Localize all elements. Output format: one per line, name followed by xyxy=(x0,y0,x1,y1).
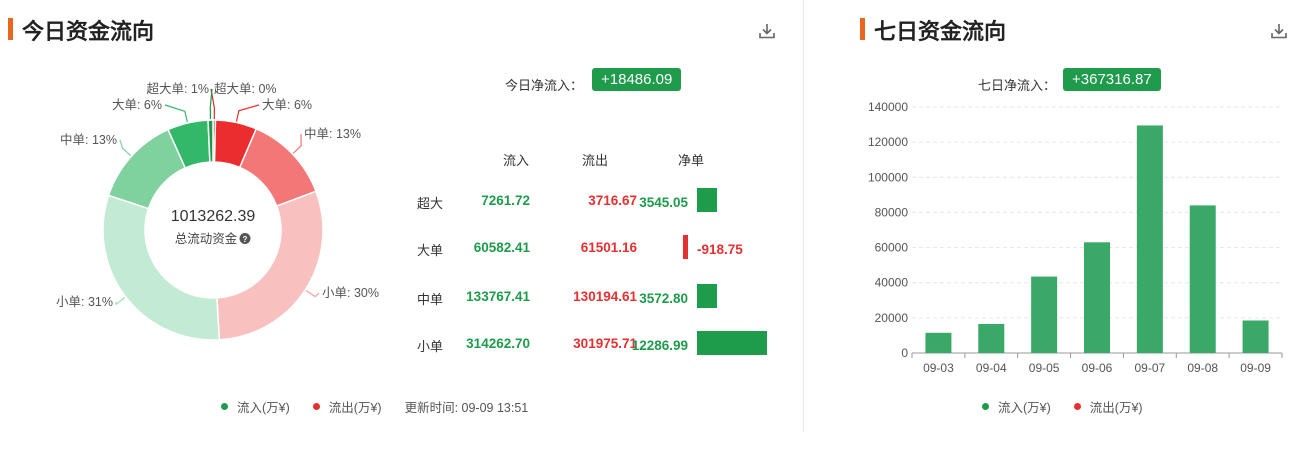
outflow-value: 61501.16 xyxy=(580,240,637,255)
net-bar xyxy=(697,188,718,212)
net-bar xyxy=(697,331,767,355)
legend-outflow-label: 流出(万¥) xyxy=(1089,401,1143,415)
outflow-dot-icon xyxy=(1073,403,1081,410)
download-icon[interactable] xyxy=(758,22,776,40)
net-bar xyxy=(697,284,718,308)
download-icon[interactable] xyxy=(1270,22,1288,40)
x-tick-label: 09-03 xyxy=(923,361,954,375)
today-legend: 流入(万¥) 流出(万¥) 更新时间: 09-09 13:51 xyxy=(221,397,528,416)
outflow-value: 130194.61 xyxy=(573,289,637,304)
header-net: 净单 xyxy=(678,153,705,168)
x-tick-label: 09-06 xyxy=(1082,361,1113,375)
bar[interactable] xyxy=(1031,276,1058,353)
net-value: 3545.05 xyxy=(639,195,688,210)
slice-label: 超大单: 0% xyxy=(214,81,277,96)
slice-label: 中单: 13% xyxy=(304,126,361,141)
net-value: -918.75 xyxy=(697,242,743,257)
today-title: 今日资金流向 xyxy=(22,19,155,44)
title-accent-bar xyxy=(8,18,13,40)
legend-outflow-label: 流出(万¥) xyxy=(328,401,382,415)
legend-outflow[interactable]: 流出(万¥) xyxy=(312,397,382,416)
today-flow-panel: 今日资金流向 超大单: 0% 大单: 6% 中单: 13% 小单: 30% 小单: 31… xyxy=(0,0,803,455)
x-tick-label: 09-08 xyxy=(1187,361,1218,375)
today-net-badge: +18486.09 xyxy=(592,68,682,91)
y-tick-label: 140000 xyxy=(868,100,908,114)
x-tick-label: 09-09 xyxy=(1240,361,1271,375)
row-label: 大单 xyxy=(417,243,444,258)
total-value: 1013262.39 xyxy=(171,208,256,225)
net-value: 12286.99 xyxy=(631,338,688,353)
title-accent-bar xyxy=(860,18,865,40)
label-leader-line xyxy=(119,139,132,157)
label-leader-line xyxy=(292,133,302,154)
inflow-value: 314262.70 xyxy=(466,336,530,351)
outflow-value: 301975.71 xyxy=(573,336,637,351)
slice-label: 小单: 31% xyxy=(56,295,113,309)
label-leader-line xyxy=(209,88,213,120)
row-label: 超大 xyxy=(417,196,444,211)
week-title: 七日资金流向 xyxy=(874,19,1007,44)
help-icon[interactable]: ? xyxy=(239,233,251,244)
slice-label: 超大单: 1% xyxy=(146,81,209,96)
label-leader-line xyxy=(164,104,188,123)
bar[interactable] xyxy=(978,324,1005,353)
bar[interactable] xyxy=(925,332,952,353)
label-leader-line xyxy=(235,104,260,122)
x-tick-label: 09-07 xyxy=(1135,361,1166,375)
legend-inflow[interactable]: 流入(万¥) xyxy=(982,397,1051,416)
week-legend: 流入(万¥) 流出(万¥) xyxy=(982,397,1143,416)
inflow-value: 7261.72 xyxy=(481,193,530,208)
label-leader-line xyxy=(115,297,126,306)
legend-inflow[interactable]: 流入(万¥) xyxy=(221,397,290,416)
row-label: 小单 xyxy=(417,339,444,354)
y-tick-label: 20000 xyxy=(875,311,909,325)
slice-label: 中单: 13% xyxy=(60,132,117,147)
inflow-dot-icon xyxy=(982,403,989,410)
legend-outflow[interactable]: 流出(万¥) xyxy=(1073,397,1143,416)
bar[interactable] xyxy=(1189,205,1216,353)
total-label: 总流动资金 xyxy=(175,231,238,246)
week-net-badge: +367316.87 xyxy=(1063,68,1161,91)
bar-chart: 020000400006000080000100000120000140000 … xyxy=(868,100,1283,375)
slice-label: 大单: 6% xyxy=(112,98,162,112)
y-tick-label: 100000 xyxy=(868,170,908,184)
inflow-value: 133767.41 xyxy=(466,289,530,304)
outflow-dot-icon xyxy=(312,403,320,410)
bar[interactable] xyxy=(1136,125,1163,353)
x-tick-label: 09-04 xyxy=(976,361,1007,375)
slice-label: 小单: 30% xyxy=(322,286,379,300)
bar[interactable] xyxy=(1084,242,1110,353)
net-bar xyxy=(683,235,688,259)
legend-inflow-label: 流入(万¥) xyxy=(998,401,1051,415)
bar[interactable] xyxy=(1242,320,1269,353)
header-outflow: 流出 xyxy=(582,153,609,168)
legend-inflow-label: 流入(万¥) xyxy=(237,401,290,415)
x-tick-label: 09-05 xyxy=(1029,361,1060,375)
week-flow-panel: 七日资金流向 七日净流入： +367316.87 0 20000 40000 6000… xyxy=(804,0,1299,455)
y-tick-label: 120000 xyxy=(868,135,908,149)
inflow-dot-icon xyxy=(221,403,228,410)
y-tick-label: 40000 xyxy=(875,276,909,290)
net-value: 3572.80 xyxy=(639,291,688,306)
y-tick-label: 0 xyxy=(901,346,908,360)
donut-chart: 超大单: 0% 大单: 6% 中单: 13% 小单: 30% 小单: 31% 中单: 13… xyxy=(56,81,379,341)
inflow-value: 60582.41 xyxy=(473,240,530,255)
outflow-value: 3716.67 xyxy=(588,193,637,208)
label-leader-line xyxy=(305,290,320,298)
header-inflow: 流入 xyxy=(503,153,530,168)
update-time: 更新时间: 09-09 13:51 xyxy=(404,401,529,415)
svg-text:?: ? xyxy=(243,235,248,244)
slice-label: 大单: 6% xyxy=(262,98,312,112)
row-label: 中单 xyxy=(417,292,444,307)
today-net-label: 今日净流入： xyxy=(505,78,584,93)
y-tick-label: 60000 xyxy=(875,241,909,255)
y-tick-label: 80000 xyxy=(875,205,909,219)
